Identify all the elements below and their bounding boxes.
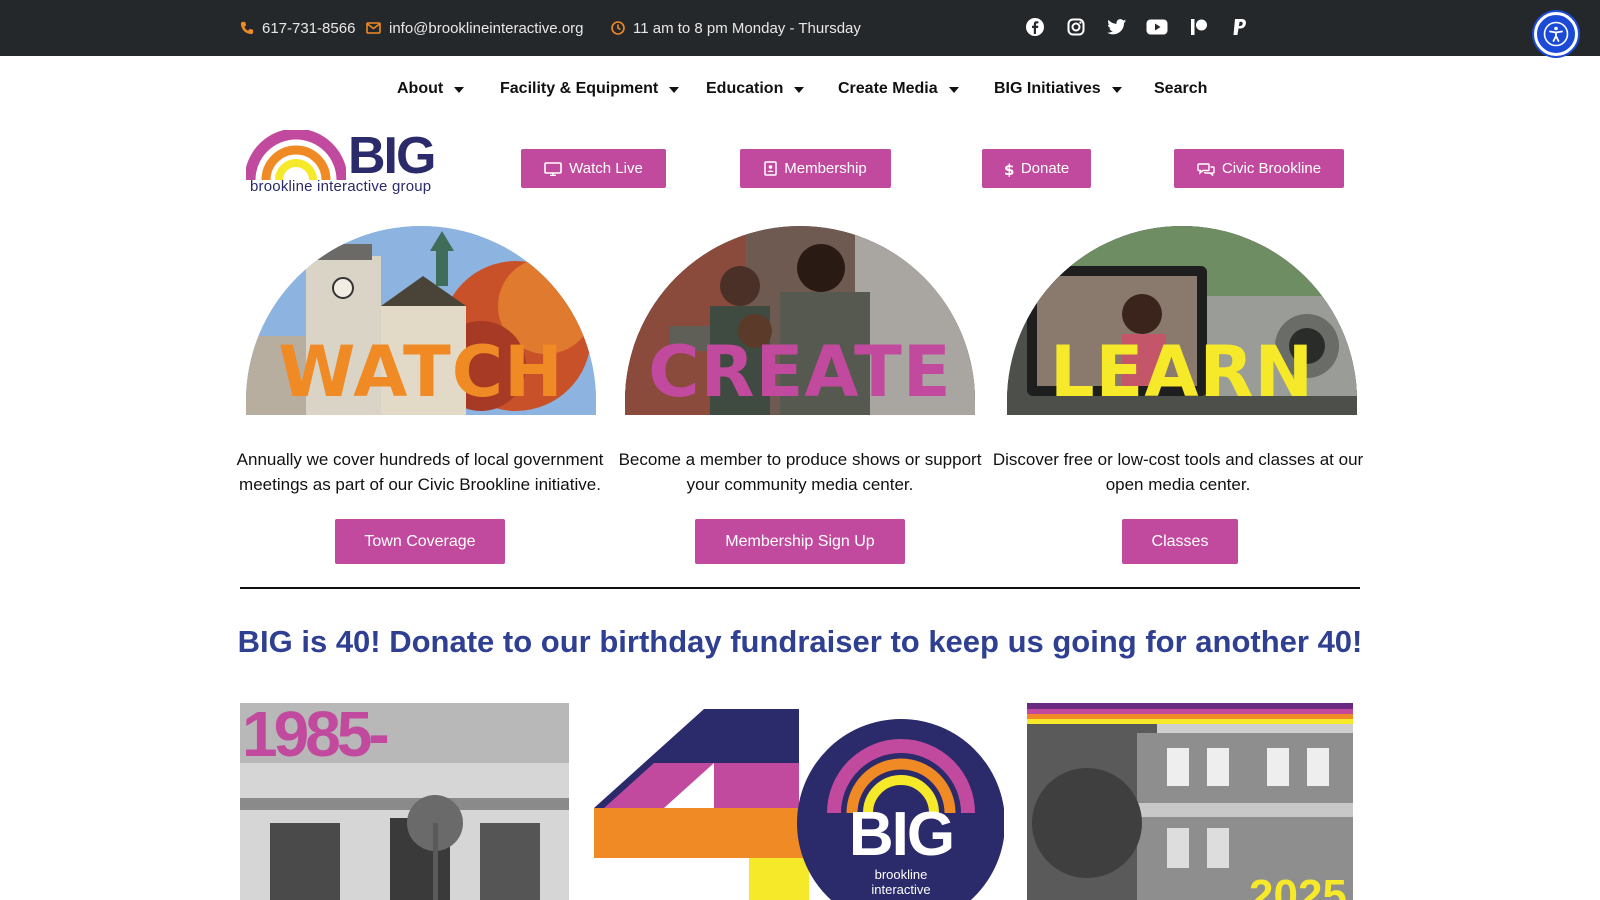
donate-button[interactable]: $ Donate bbox=[982, 149, 1091, 188]
panel-center-wordmark: BIG bbox=[848, 800, 955, 869]
section-divider bbox=[240, 587, 1360, 589]
youtube-icon[interactable] bbox=[1146, 16, 1168, 38]
comments-icon bbox=[1197, 162, 1215, 176]
history-photo-1985[interactable]: 1985- bbox=[240, 703, 569, 900]
accessibility-icon bbox=[1543, 21, 1569, 47]
nav-item-search[interactable]: Search bbox=[1154, 70, 1207, 108]
watch-image[interactable]: WATCH bbox=[246, 226, 596, 415]
button-label: Classes bbox=[1151, 532, 1209, 550]
civic-brookline-button[interactable]: Civic Brookline bbox=[1174, 149, 1344, 188]
email-address: info@brooklineinteractive.org bbox=[389, 19, 584, 37]
nav-item-create-media[interactable]: Create Media bbox=[838, 70, 959, 108]
panel-year-left: 1985- bbox=[242, 703, 390, 770]
create-image[interactable]: CREATE bbox=[625, 226, 975, 415]
watch-description: Annually we cover hundreds of local gove… bbox=[236, 450, 604, 494]
button-label: Watch Live bbox=[569, 160, 643, 177]
caret-down-icon bbox=[794, 87, 805, 93]
logo-wordmark: BIG bbox=[348, 127, 436, 185]
button-label: Membership bbox=[784, 160, 867, 177]
caret-down-icon bbox=[948, 87, 959, 93]
dollar-icon: $ bbox=[1004, 161, 1014, 177]
nav-item-big-initiatives[interactable]: BIG Initiatives bbox=[994, 70, 1122, 108]
phone-number: 617-731-8566 bbox=[262, 19, 356, 37]
membership-button[interactable]: Membership bbox=[740, 149, 891, 188]
nav-label: About bbox=[397, 80, 444, 97]
nav-label: Search bbox=[1154, 80, 1208, 97]
big-40-logo[interactable]: 4 BIG brookline interactive bbox=[594, 703, 1004, 900]
classes-button[interactable]: Classes bbox=[1122, 519, 1238, 564]
facebook-icon[interactable] bbox=[1024, 16, 1046, 38]
watch-live-button[interactable]: Watch Live bbox=[521, 149, 666, 188]
id-card-icon bbox=[764, 161, 777, 176]
nav-item-education[interactable]: Education bbox=[706, 70, 805, 108]
button-label: Civic Brookline bbox=[1221, 160, 1322, 177]
rainbow-logo-icon bbox=[246, 130, 346, 181]
caret-down-icon bbox=[1111, 87, 1122, 93]
nav-label: Facility & Equipment bbox=[500, 80, 659, 97]
logo-tagline: brookline interactive group bbox=[250, 178, 432, 195]
paypal-icon[interactable] bbox=[1229, 16, 1251, 38]
nav-label: Education bbox=[706, 80, 784, 97]
email-link[interactable]: info@brooklineinteractive.org bbox=[366, 0, 584, 56]
phone-link[interactable]: 617-731-8566 bbox=[240, 0, 355, 56]
button-label: Membership Sign Up bbox=[725, 532, 875, 550]
learn-image[interactable]: LEARN bbox=[1007, 226, 1357, 415]
monitor-icon bbox=[544, 161, 562, 176]
button-label: Donate bbox=[1020, 160, 1070, 177]
patreon-icon[interactable] bbox=[1188, 16, 1210, 38]
fundraiser-headline: BIG is 40! Donate to our birthday fundra… bbox=[237, 624, 1363, 659]
panel-center-tagline-1: brookline bbox=[874, 867, 928, 882]
hours-text: 11 am to 8 pm Monday - Thursday bbox=[633, 19, 861, 37]
svg-text:$: $ bbox=[1004, 161, 1014, 177]
caret-down-icon bbox=[454, 87, 465, 93]
top-bar: 617-731-8566 info@brooklineinteractive.o… bbox=[0, 0, 1600, 56]
dome-word: CREATE bbox=[648, 331, 952, 413]
site-logo[interactable]: BIG brookline interactive group bbox=[246, 127, 466, 202]
phone-icon bbox=[240, 21, 254, 35]
button-label: Town Coverage bbox=[364, 532, 476, 550]
nav-label: Create Media bbox=[838, 80, 938, 97]
hours: 11 am to 8 pm Monday - Thursday bbox=[611, 0, 861, 56]
clock-icon bbox=[611, 21, 625, 35]
history-photo-2025[interactable]: 2025 bbox=[1027, 703, 1353, 900]
nav-item-about[interactable]: About bbox=[397, 70, 465, 108]
panel-center-tagline-2: interactive bbox=[871, 882, 931, 897]
envelope-icon bbox=[366, 22, 381, 34]
panel-year-right: 2025 bbox=[1249, 871, 1347, 900]
caret-down-icon bbox=[669, 87, 680, 93]
instagram-icon[interactable] bbox=[1065, 16, 1087, 38]
town-coverage-button[interactable]: Town Coverage bbox=[335, 519, 505, 564]
dome-word: LEARN bbox=[1049, 331, 1315, 413]
nav-item-facility-equipment[interactable]: Facility & Equipment bbox=[500, 70, 680, 108]
create-description: Become a member to produce shows or supp… bbox=[618, 450, 982, 494]
twitter-icon[interactable] bbox=[1106, 16, 1128, 38]
learn-description: Discover free or low-cost tools and clas… bbox=[992, 450, 1364, 494]
main-nav: About Facility & Equipment Education Cre… bbox=[0, 70, 1600, 108]
membership-sign-up-button[interactable]: Membership Sign Up bbox=[695, 519, 905, 564]
dome-word: WATCH bbox=[278, 331, 564, 413]
nav-label: BIG Initiatives bbox=[994, 80, 1101, 97]
accessibility-button[interactable] bbox=[1534, 12, 1578, 56]
